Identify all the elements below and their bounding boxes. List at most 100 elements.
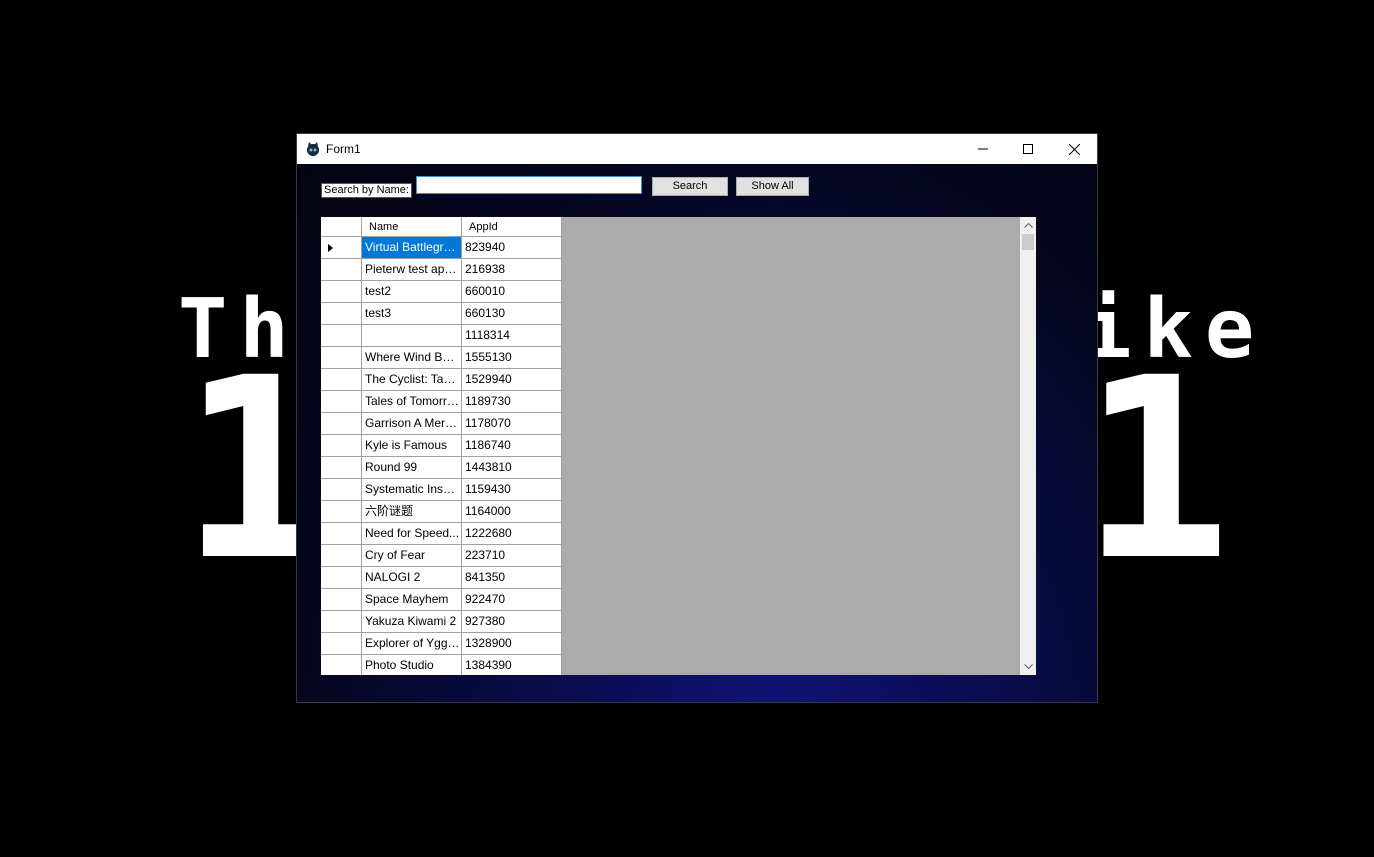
maximize-button[interactable]	[1005, 134, 1051, 164]
cell-name[interactable]: Virtual Battlegrou...	[362, 237, 462, 259]
table-row[interactable]: Need for Speed... 1222680	[321, 523, 562, 545]
row-header[interactable]	[321, 611, 362, 633]
column-header-appid[interactable]: AppId	[462, 217, 562, 237]
table-row[interactable]: Garrison A Merce... 1178070	[321, 413, 562, 435]
table-row[interactable]: 六阶谜题 1164000	[321, 501, 562, 523]
cell-name[interactable]: NALOGI 2	[362, 567, 462, 589]
cell-name[interactable]: Need for Speed...	[362, 523, 462, 545]
row-header[interactable]	[321, 567, 362, 589]
table-row[interactable]: Yakuza Kiwami 2 927380	[321, 611, 562, 633]
row-header[interactable]	[321, 435, 362, 457]
cell-appid[interactable]: 660130	[462, 303, 562, 325]
grid-corner-header[interactable]	[321, 217, 362, 237]
row-header[interactable]	[321, 457, 362, 479]
table-row[interactable]: NALOGI 2 841350	[321, 567, 562, 589]
row-header[interactable]	[321, 325, 362, 347]
chevron-down-icon	[1023, 664, 1033, 669]
table-row[interactable]: Space Mayhem 922470	[321, 589, 562, 611]
cell-appid[interactable]: 1555130	[462, 347, 562, 369]
cell-appid[interactable]: 1164000	[462, 501, 562, 523]
cell-appid[interactable]: 1189730	[462, 391, 562, 413]
cell-appid[interactable]: 922470	[462, 589, 562, 611]
cell-appid[interactable]: 1159430	[462, 479, 562, 501]
cell-name[interactable]: Explorer of Yggdr...	[362, 633, 462, 655]
row-header[interactable]	[321, 545, 362, 567]
cell-appid[interactable]: 1178070	[462, 413, 562, 435]
table-row[interactable]: Systematic Insanity 1159430	[321, 479, 562, 501]
cell-name[interactable]: The Cyclist: Tacti...	[362, 369, 462, 391]
table-row[interactable]: The Cyclist: Tacti... 1529940	[321, 369, 562, 391]
cell-name[interactable]: test2	[362, 281, 462, 303]
scroll-down-button[interactable]	[1020, 658, 1036, 675]
cell-name[interactable]: Space Mayhem	[362, 589, 462, 611]
row-header[interactable]	[321, 413, 362, 435]
table-row[interactable]: Round 99 1443810	[321, 457, 562, 479]
cell-appid[interactable]: 927380	[462, 611, 562, 633]
minimize-icon	[978, 148, 988, 150]
column-header-name[interactable]: Name	[362, 217, 462, 237]
table-row[interactable]: test2 660010	[321, 281, 562, 303]
cell-appid[interactable]: 1384390	[462, 655, 562, 675]
table-row[interactable]: test3 660130	[321, 303, 562, 325]
title-bar[interactable]: Form1	[297, 134, 1097, 164]
cell-appid[interactable]: 1529940	[462, 369, 562, 391]
vertical-scrollbar[interactable]	[1020, 217, 1036, 675]
cell-appid[interactable]: 223710	[462, 545, 562, 567]
cell-appid[interactable]: 1222680	[462, 523, 562, 545]
app-icon	[307, 142, 319, 156]
table-row[interactable]: Where Wind Bec... 1555130	[321, 347, 562, 369]
cell-appid[interactable]: 823940	[462, 237, 562, 259]
cell-appid[interactable]: 1118314	[462, 325, 562, 347]
cell-name[interactable]: Yakuza Kiwami 2	[362, 611, 462, 633]
row-header[interactable]	[321, 259, 362, 281]
search-input[interactable]	[416, 176, 642, 194]
row-header[interactable]	[321, 237, 362, 259]
show-all-button[interactable]: Show All	[736, 177, 809, 196]
cell-name[interactable]: Systematic Insanity	[362, 479, 462, 501]
cell-name[interactable]: Tales of Tomorro...	[362, 391, 462, 413]
table-row[interactable]: Explorer of Yggdr... 1328900	[321, 633, 562, 655]
cell-appid[interactable]: 216938	[462, 259, 562, 281]
table-row[interactable]: Cry of Fear 223710	[321, 545, 562, 567]
row-header[interactable]	[321, 501, 362, 523]
row-header[interactable]	[321, 479, 362, 501]
cell-appid[interactable]: 660010	[462, 281, 562, 303]
search-button[interactable]: Search	[652, 177, 728, 196]
row-header[interactable]	[321, 303, 362, 325]
cell-name[interactable]: Photo Studio	[362, 655, 462, 675]
row-header[interactable]	[321, 281, 362, 303]
cell-name[interactable]: Round 99	[362, 457, 462, 479]
table-row[interactable]: Virtual Battlegrou... 823940	[321, 237, 562, 259]
row-header[interactable]	[321, 347, 362, 369]
cell-name[interactable]: test3	[362, 303, 462, 325]
row-header[interactable]	[321, 655, 362, 675]
cell-appid[interactable]: 1186740	[462, 435, 562, 457]
row-header[interactable]	[321, 523, 362, 545]
search-label: Search by Name:	[321, 183, 412, 198]
cell-appid[interactable]: 1328900	[462, 633, 562, 655]
cell-name[interactable]: 六阶谜题	[362, 501, 462, 523]
maximize-icon	[1023, 144, 1033, 154]
cell-name[interactable]: Where Wind Bec...	[362, 347, 462, 369]
cell-name[interactable]: Kyle is Famous	[362, 435, 462, 457]
cell-name[interactable]: Cry of Fear	[362, 545, 462, 567]
data-grid[interactable]: Name AppId Virtual Battlegrou... 823940 Pi…	[321, 217, 1036, 675]
table-row[interactable]: Photo Studio 1384390	[321, 655, 562, 675]
cell-name[interactable]: Garrison A Merce...	[362, 413, 462, 435]
cell-appid[interactable]: 1443810	[462, 457, 562, 479]
table-row[interactable]: 1118314	[321, 325, 562, 347]
row-header[interactable]	[321, 391, 362, 413]
scroll-up-button[interactable]	[1020, 217, 1036, 234]
close-button[interactable]	[1051, 134, 1097, 164]
row-header[interactable]	[321, 589, 362, 611]
table-row[interactable]: Tales of Tomorro... 1189730	[321, 391, 562, 413]
cell-name[interactable]: Pieterw test app7...	[362, 259, 462, 281]
cell-appid[interactable]: 841350	[462, 567, 562, 589]
row-header[interactable]	[321, 369, 362, 391]
minimize-button[interactable]	[960, 134, 1006, 164]
table-row[interactable]: Kyle is Famous 1186740	[321, 435, 562, 457]
cell-name[interactable]	[362, 325, 462, 347]
table-row[interactable]: Pieterw test app7... 216938	[321, 259, 562, 281]
scroll-thumb[interactable]	[1022, 234, 1034, 250]
row-header[interactable]	[321, 633, 362, 655]
